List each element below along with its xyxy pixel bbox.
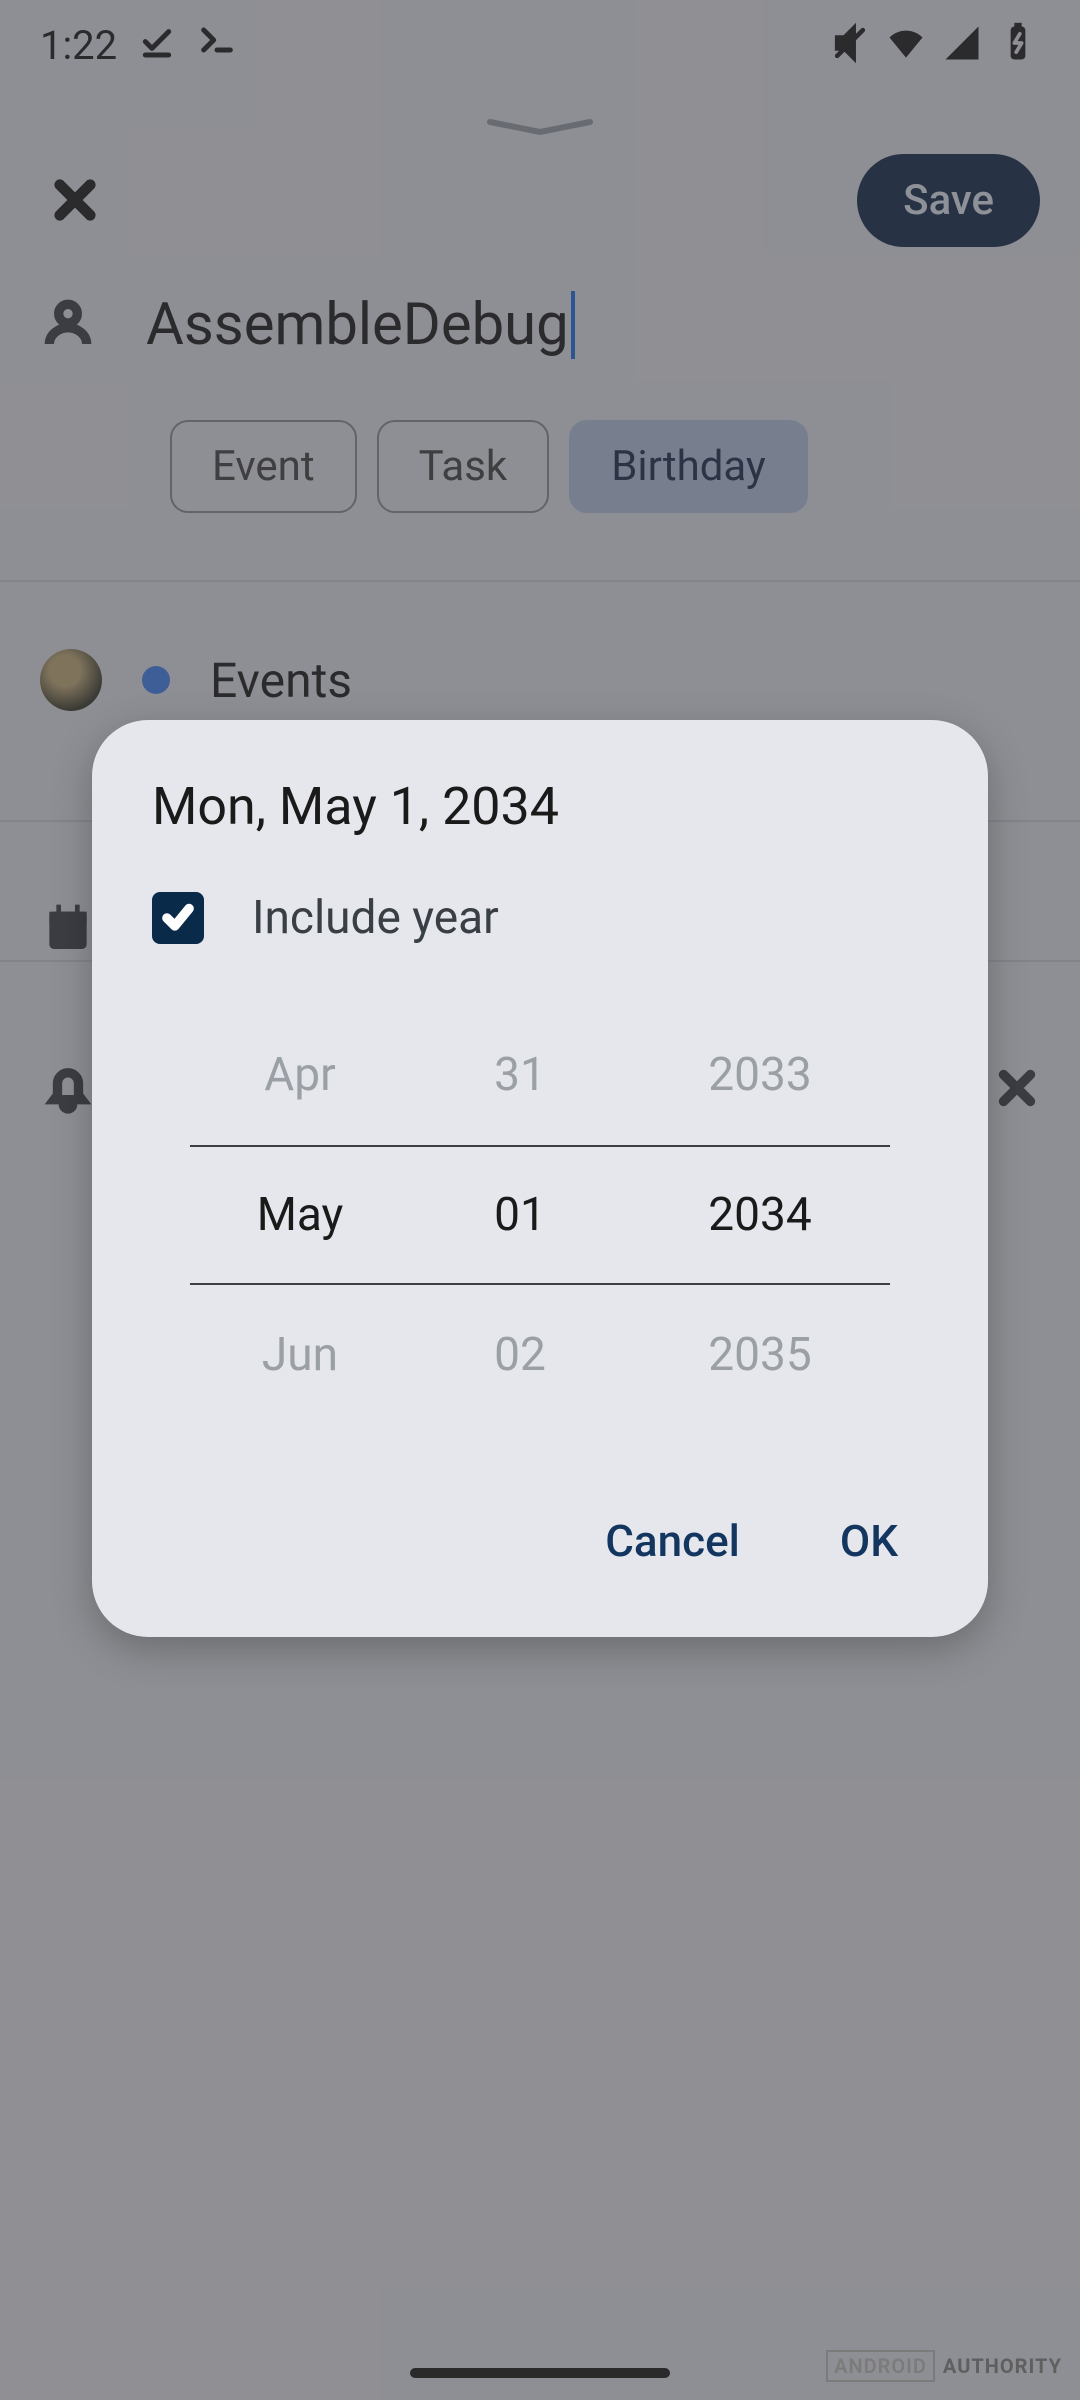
include-year-label: Include year [252,891,499,945]
month-prev[interactable]: Apr [190,1005,410,1145]
year-current[interactable]: 2034 [630,1145,890,1285]
year-next[interactable]: 2035 [630,1285,890,1425]
day-column[interactable]: 31 01 02 [410,1005,630,1425]
month-column[interactable]: Apr May Jun [190,1005,410,1425]
watermark: ANDROID AUTHORITY [826,2350,1062,2382]
date-spinner: Apr May Jun 31 01 02 2033 2034 2035 [142,1005,938,1485]
month-next[interactable]: Jun [190,1285,410,1425]
day-prev[interactable]: 31 [410,1005,630,1145]
include-year-row[interactable]: Include year [142,871,938,1005]
month-current[interactable]: May [190,1145,410,1285]
cancel-button[interactable]: Cancel [595,1495,750,1587]
ok-button[interactable]: OK [830,1495,908,1587]
watermark-box: ANDROID [826,2350,935,2382]
date-picker-dialog: Mon, May 1, 2034 Include year Apr May Ju… [92,720,988,1637]
nav-gesture-pill[interactable] [410,2368,670,2378]
year-prev[interactable]: 2033 [630,1005,890,1145]
day-current[interactable]: 01 [410,1145,630,1285]
watermark-brand: AUTHORITY [943,2354,1062,2378]
include-year-checkbox[interactable] [152,892,204,944]
day-next[interactable]: 02 [410,1285,630,1425]
year-column[interactable]: 2033 2034 2035 [630,1005,890,1425]
dialog-title: Mon, May 1, 2034 [142,760,938,871]
